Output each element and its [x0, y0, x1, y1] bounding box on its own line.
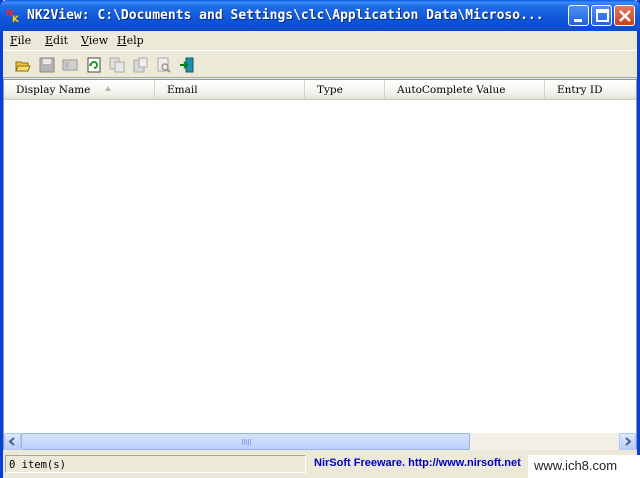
toolbar	[3, 50, 637, 78]
close-icon	[619, 10, 631, 22]
horizontal-scrollbar[interactable]	[4, 433, 636, 450]
nirsoft-link[interactable]: NirSoft Freeware. http://www.nirsoft.net	[314, 457, 521, 469]
status-items-panel: 0 item(s)	[5, 455, 306, 473]
maximize-button[interactable]	[591, 5, 612, 26]
chevron-right-icon	[625, 437, 632, 446]
menu-file[interactable]: File	[10, 34, 31, 47]
minimize-button[interactable]	[568, 5, 589, 26]
site-watermark: www.ich8.com	[528, 455, 640, 478]
items-count: 0 item(s)	[9, 459, 66, 471]
grip-icon	[242, 439, 251, 445]
maximize-icon	[596, 9, 609, 22]
column-autocomplete-value[interactable]: AutoComplete Value	[385, 80, 545, 100]
exit-icon	[180, 57, 194, 73]
copy-icon	[109, 57, 125, 73]
open-button[interactable]	[12, 54, 34, 76]
column-display-name[interactable]: Display Name	[4, 80, 155, 100]
column-entry-id[interactable]: Entry ID	[545, 80, 636, 100]
menu-view[interactable]: View	[81, 34, 108, 47]
close-button[interactable]	[614, 5, 635, 26]
refresh-icon	[87, 57, 101, 73]
nk2view-app-icon: N K	[6, 9, 20, 23]
properties-icon	[62, 59, 78, 71]
paste-button[interactable]	[129, 54, 151, 76]
entries-list[interactable]: Display Name Email Type AutoComplete Val…	[3, 79, 637, 450]
menu-bar: File Edit View Help	[3, 31, 637, 50]
open-folder-icon	[15, 61, 31, 72]
sort-ascending-icon	[105, 86, 111, 91]
copy-button[interactable]	[106, 54, 128, 76]
save-icon	[39, 57, 55, 73]
paste-icon	[133, 57, 148, 73]
menu-help[interactable]: Help	[117, 34, 144, 47]
list-header: Display Name Email Type AutoComplete Val…	[4, 80, 636, 100]
find-icon	[157, 57, 171, 73]
chevron-left-icon	[8, 437, 15, 446]
refresh-button[interactable]	[83, 54, 105, 76]
save-button[interactable]	[36, 54, 58, 76]
menu-edit[interactable]: Edit	[45, 34, 68, 47]
scroll-right-button[interactable]	[619, 433, 636, 450]
minimize-icon	[574, 19, 582, 22]
window-title: NK2View: C:\Documents and Settings\clc\A…	[27, 8, 544, 23]
svg-text:K: K	[12, 15, 20, 23]
column-email[interactable]: Email	[155, 80, 305, 100]
exit-button[interactable]	[176, 54, 198, 76]
find-button[interactable]	[153, 54, 175, 76]
properties-button[interactable]	[59, 54, 81, 76]
scroll-thumb[interactable]	[21, 433, 470, 450]
column-type[interactable]: Type	[305, 80, 385, 100]
app-window: N K NK2View: C:\Documents and Settings\c…	[0, 0, 640, 478]
scroll-left-button[interactable]	[4, 433, 21, 450]
title-bar[interactable]: N K NK2View: C:\Documents and Settings\c…	[0, 0, 640, 31]
